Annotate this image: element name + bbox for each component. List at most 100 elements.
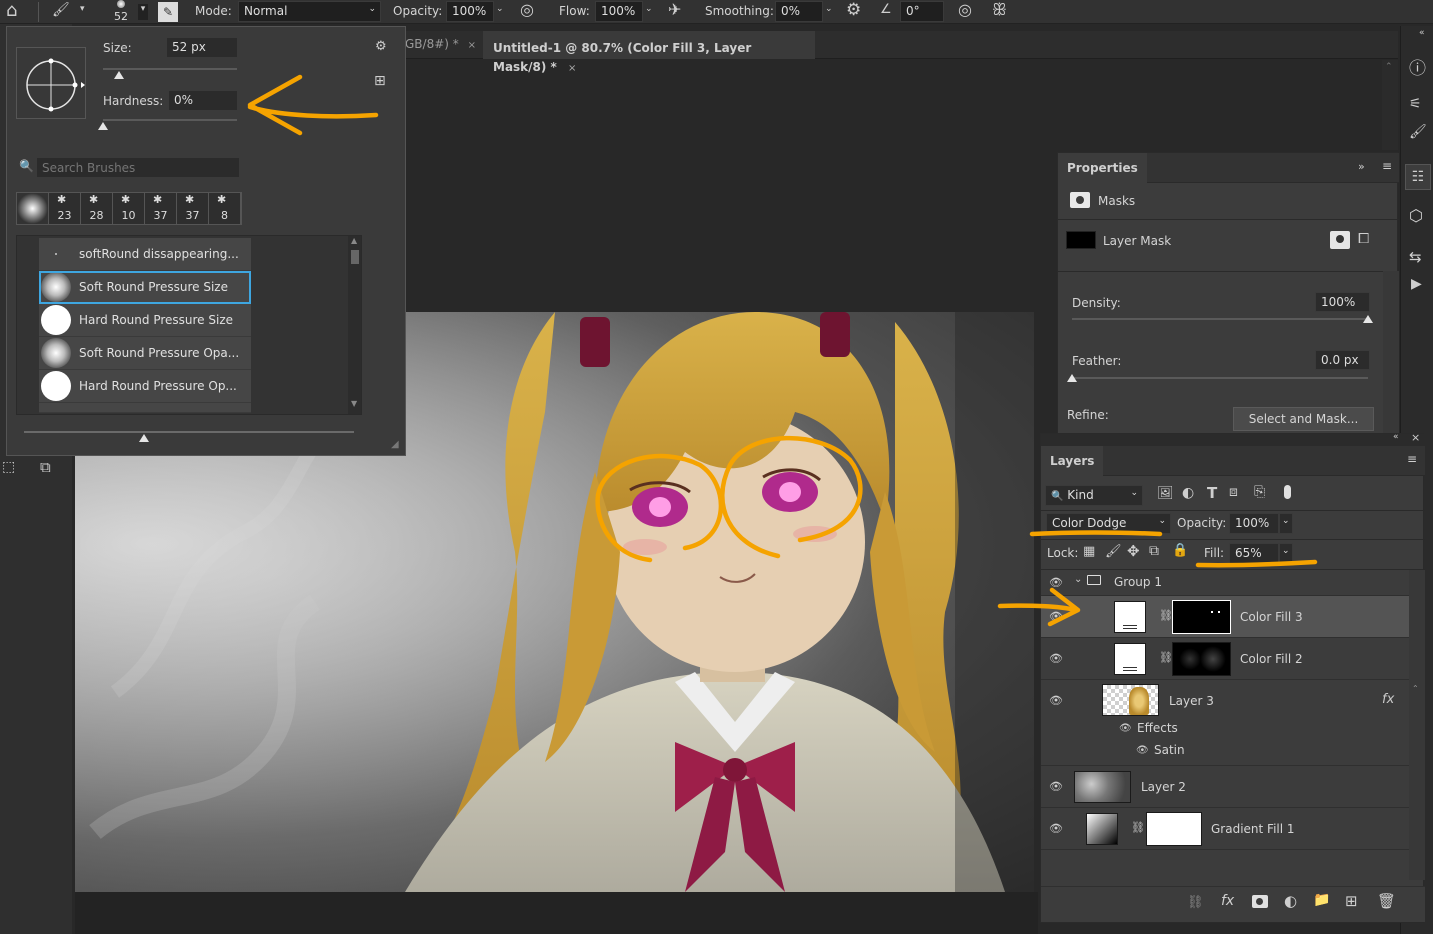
layers-tab[interactable]: Layers bbox=[1041, 446, 1104, 476]
search-brushes-input[interactable] bbox=[36, 157, 240, 178]
fill-dropdown[interactable]: ⌄ bbox=[1279, 543, 1293, 564]
lock-position-icon[interactable]: ✥ bbox=[1127, 542, 1140, 560]
layers-scrollbar[interactable]: ⌃ bbox=[1409, 570, 1425, 880]
layer-row[interactable]: 👁 Layer 2 bbox=[1041, 766, 1409, 808]
hardness-slider-thumb[interactable] bbox=[98, 122, 108, 130]
brush-preset-item[interactable]: Hard Round Pressure Size bbox=[39, 304, 251, 337]
chevron-down-icon[interactable]: ▾ bbox=[138, 4, 148, 20]
properties-tab[interactable]: Properties bbox=[1058, 153, 1147, 183]
document-tab-active[interactable]: Untitled-1 @ 80.7% (Color Fill 3, Layer … bbox=[483, 31, 815, 74]
trash-icon[interactable]: 🗑 bbox=[1377, 892, 1396, 910]
brush-tool-icon[interactable]: 🖌 bbox=[52, 2, 70, 18]
lock-all-icon[interactable]: 🔒 bbox=[1172, 543, 1188, 558]
preview-size-thumb[interactable] bbox=[139, 434, 149, 442]
history-icon[interactable]: ⇆ bbox=[1409, 248, 1422, 266]
effects-eye-icon[interactable]: 👁 bbox=[1119, 723, 1132, 734]
layer-row[interactable]: 👁 ⛓ Gradient Fill 1 bbox=[1041, 808, 1409, 850]
chevron-down-icon[interactable]: ⌄ bbox=[496, 4, 504, 14]
lock-artboard-icon[interactable]: ⧉ bbox=[1149, 543, 1159, 559]
brush-preset-item-partial[interactable] bbox=[39, 403, 251, 413]
layer-row-selected[interactable]: 👁 ⛓ Color Fill 3 bbox=[1041, 596, 1409, 638]
filter-shape-icon[interactable]: ⧈ bbox=[1229, 484, 1238, 500]
add-vector-mask-icon[interactable]: ⧠ bbox=[1358, 231, 1369, 247]
chevron-down-icon[interactable]: ⌄ bbox=[825, 4, 833, 14]
recent-brush[interactable]: ✱ 23 bbox=[49, 193, 81, 224]
resize-grip-icon[interactable]: ◢ bbox=[391, 439, 399, 450]
eye-icon[interactable]: 👁 bbox=[1049, 610, 1063, 623]
eye-icon[interactable]: 👁 bbox=[1049, 694, 1063, 707]
close-icon[interactable]: × bbox=[468, 40, 476, 51]
new-preset-icon[interactable]: ⊞ bbox=[374, 73, 386, 89]
chevron-down-icon[interactable]: ⌄ bbox=[1074, 574, 1082, 585]
scroll-up-arrow[interactable]: ▲ bbox=[351, 236, 357, 245]
size-slider[interactable] bbox=[103, 68, 237, 70]
link-icon[interactable]: ⛓ bbox=[1131, 821, 1145, 834]
layer-row[interactable]: 👁 Layer 3 fx 👁 Effects 👁 Satin bbox=[1041, 680, 1409, 766]
close-icon[interactable]: × bbox=[1411, 431, 1420, 444]
filter-smart-object-icon[interactable]: ⎘ bbox=[1254, 484, 1265, 500]
flow-field[interactable]: 100% bbox=[595, 1, 643, 22]
home-icon[interactable]: ⌂ bbox=[6, 0, 17, 21]
link-icon[interactable]: ⛓ bbox=[1159, 609, 1173, 622]
fx-icon[interactable]: fx bbox=[1221, 893, 1234, 909]
brush-preset-item[interactable]: Hard Round Pressure Op... bbox=[39, 370, 251, 403]
recent-brush[interactable]: ✱ 8 bbox=[209, 193, 241, 224]
preview-size-slider[interactable] bbox=[24, 431, 354, 433]
gear-icon[interactable]: ⚙ bbox=[846, 0, 861, 20]
adjustments-icon[interactable]: ⚟ bbox=[1409, 96, 1422, 112]
lock-image-icon[interactable]: 🖌 bbox=[1105, 544, 1122, 559]
brush-preset-item[interactable]: Soft Round Pressure Size bbox=[39, 271, 251, 304]
3d-icon[interactable]: ⬡ bbox=[1409, 206, 1423, 225]
scroll-up-arrow[interactable]: ⌃ bbox=[1385, 62, 1393, 72]
close-icon[interactable]: × bbox=[568, 63, 576, 74]
size-slider-thumb[interactable] bbox=[114, 71, 125, 79]
recent-brush-soft[interactable] bbox=[17, 193, 49, 224]
density-slider-thumb[interactable] bbox=[1363, 315, 1373, 323]
brush-settings-icon[interactable]: ✎ bbox=[158, 2, 178, 22]
hardness-field[interactable]: 0% bbox=[168, 90, 238, 111]
quick-mask-icon[interactable]: ⬚ bbox=[2, 459, 15, 475]
airbrush-icon[interactable]: ✈ bbox=[668, 0, 681, 19]
expand-icon[interactable]: » bbox=[1358, 160, 1365, 173]
brush-preset-item[interactable]: Soft Round Pressure Opa... bbox=[39, 337, 251, 370]
eye-icon[interactable]: 👁 bbox=[1049, 780, 1063, 793]
recent-brush[interactable]: ✱ 37 bbox=[145, 193, 177, 224]
feather-field[interactable]: 0.0 px bbox=[1315, 350, 1370, 370]
blend-mode-select[interactable]: Color Dodge ⌄ bbox=[1046, 513, 1171, 534]
brush-list-scrollbar[interactable]: ▲ ▼ bbox=[348, 236, 361, 414]
filter-pixel-icon[interactable]: 🖼 bbox=[1157, 486, 1174, 501]
eye-icon[interactable]: 👁 bbox=[1049, 576, 1063, 589]
size-field[interactable]: 52 px bbox=[166, 37, 238, 58]
new-layer-icon[interactable]: ⊞ bbox=[1345, 892, 1358, 910]
density-field[interactable]: 100% bbox=[1315, 292, 1370, 312]
layer-mask-thumb[interactable] bbox=[1172, 600, 1231, 634]
filter-type-icon[interactable]: T bbox=[1207, 484, 1217, 502]
filter-adjustment-icon[interactable]: ◐ bbox=[1182, 485, 1194, 501]
select-and-mask-button[interactable]: Select and Mask... bbox=[1233, 407, 1374, 431]
link-icon[interactable]: ⛓ bbox=[1159, 651, 1173, 664]
fill-color-thumb[interactable] bbox=[1114, 601, 1146, 633]
chevron-down-icon[interactable]: ▾ bbox=[80, 4, 85, 14]
eye-icon[interactable]: 👁 bbox=[1049, 652, 1063, 665]
fill-color-thumb[interactable] bbox=[1114, 643, 1146, 675]
recent-brush[interactable]: ✱ 10 bbox=[113, 193, 145, 224]
lock-transparent-icon[interactable]: ▦ bbox=[1083, 544, 1095, 559]
layer-filter-kind[interactable]: 🔍 Kind ⌄ bbox=[1045, 485, 1143, 506]
gear-icon[interactable]: ⚙ bbox=[375, 39, 387, 54]
screen-mode-icon[interactable]: ⧉ bbox=[40, 458, 51, 476]
brush-tip-preview[interactable] bbox=[16, 47, 86, 119]
density-slider[interactable] bbox=[1072, 318, 1368, 320]
layer-thumb[interactable] bbox=[1074, 771, 1131, 803]
gradient-thumb[interactable] bbox=[1086, 813, 1118, 845]
opacity-field[interactable]: 100% bbox=[446, 1, 494, 22]
feather-slider[interactable] bbox=[1072, 377, 1368, 379]
actions-play-icon[interactable]: ▶ bbox=[1411, 276, 1422, 292]
fill-field[interactable]: 65% bbox=[1229, 543, 1279, 564]
fx-badge[interactable]: fx bbox=[1382, 692, 1394, 707]
layer-row[interactable]: 👁 ⛓ Color Fill 2 bbox=[1041, 638, 1409, 680]
document-scrollbar[interactable]: ⌃ bbox=[1382, 60, 1398, 150]
collapse-icon[interactable]: « bbox=[1419, 28, 1425, 38]
mode-select[interactable]: Normal ⌄ bbox=[238, 1, 381, 22]
layer-thumb[interactable] bbox=[1102, 684, 1159, 716]
add-pixel-mask-icon[interactable] bbox=[1330, 231, 1350, 249]
